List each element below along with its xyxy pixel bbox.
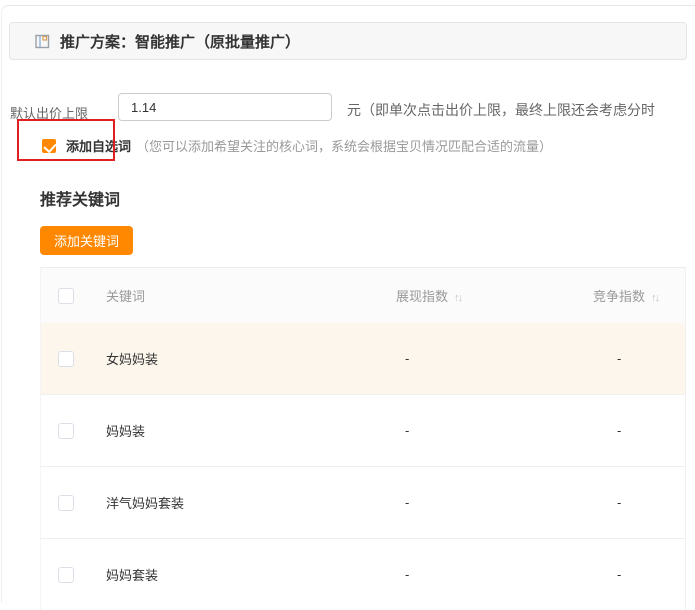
header-checkbox-cell xyxy=(41,288,91,304)
bid-limit-label: 默认出价上限 xyxy=(10,103,88,122)
impression-cell: - xyxy=(396,495,602,510)
plan-icon xyxy=(35,34,50,49)
add-keywords-button[interactable]: 添加关键词 xyxy=(40,226,133,255)
add-custom-words-checkbox[interactable] xyxy=(42,139,56,153)
sort-icon[interactable]: ↑↓ xyxy=(651,292,658,304)
add-custom-words-row: 添加自选词 （您可以添加希望关注的核心词，系统会根据宝贝情况匹配合适的流量） xyxy=(42,136,552,155)
select-all-checkbox[interactable] xyxy=(58,288,74,304)
competition-cell: - xyxy=(602,423,685,438)
impression-cell: - xyxy=(396,423,602,438)
plan-title: 推广方案：智能推广（原批量推广） xyxy=(60,31,300,52)
table-header-row: 关键词 展现指数↑↓ 竞争指数↑↓ xyxy=(41,268,685,323)
add-custom-words-label: 添加自选词 xyxy=(66,136,131,155)
column-header-competition[interactable]: 竞争指数↑↓ xyxy=(593,286,685,305)
competition-cell: - xyxy=(602,495,685,510)
keywords-table: 关键词 展现指数↑↓ 竞争指数↑↓ 女妈妈装 - - 妈妈装 - - 洋气妈妈套… xyxy=(40,267,686,610)
competition-cell: - xyxy=(602,567,685,582)
recommended-keywords-title: 推荐关键词 xyxy=(40,186,120,210)
row-checkbox[interactable] xyxy=(58,423,74,439)
bid-unit-note: 元（即单次点击出价上限，最终上限还会考虑分时 xyxy=(347,100,655,120)
add-custom-words-tip: （您可以添加希望关注的核心词，系统会根据宝贝情况匹配合适的流量） xyxy=(136,136,552,155)
keyword-cell: 洋气妈妈套装 xyxy=(91,493,396,512)
bid-limit-input[interactable] xyxy=(118,93,332,121)
checkmark-icon xyxy=(43,139,56,153)
keyword-cell: 妈妈套装 xyxy=(91,565,396,584)
impression-cell: - xyxy=(396,351,602,366)
row-checkbox[interactable] xyxy=(58,351,74,367)
table-row: 妈妈装 - - xyxy=(41,394,685,466)
table-row: 妈妈套装 - - xyxy=(41,538,685,610)
keyword-cell: 女妈妈装 xyxy=(91,349,396,368)
plan-header-bar: 推广方案：智能推广（原批量推广） xyxy=(9,22,687,60)
competition-cell: - xyxy=(602,351,685,366)
column-header-impression[interactable]: 展现指数↑↓ xyxy=(396,286,593,305)
impression-cell: - xyxy=(396,567,602,582)
table-row: 洋气妈妈套装 - - xyxy=(41,466,685,538)
row-checkbox[interactable] xyxy=(58,495,74,511)
row-checkbox[interactable] xyxy=(58,567,74,583)
column-header-keyword: 关键词 xyxy=(91,286,396,305)
sort-icon[interactable]: ↑↓ xyxy=(454,292,461,304)
keyword-cell: 妈妈装 xyxy=(91,421,396,440)
table-row: 女妈妈装 - - xyxy=(41,323,685,394)
